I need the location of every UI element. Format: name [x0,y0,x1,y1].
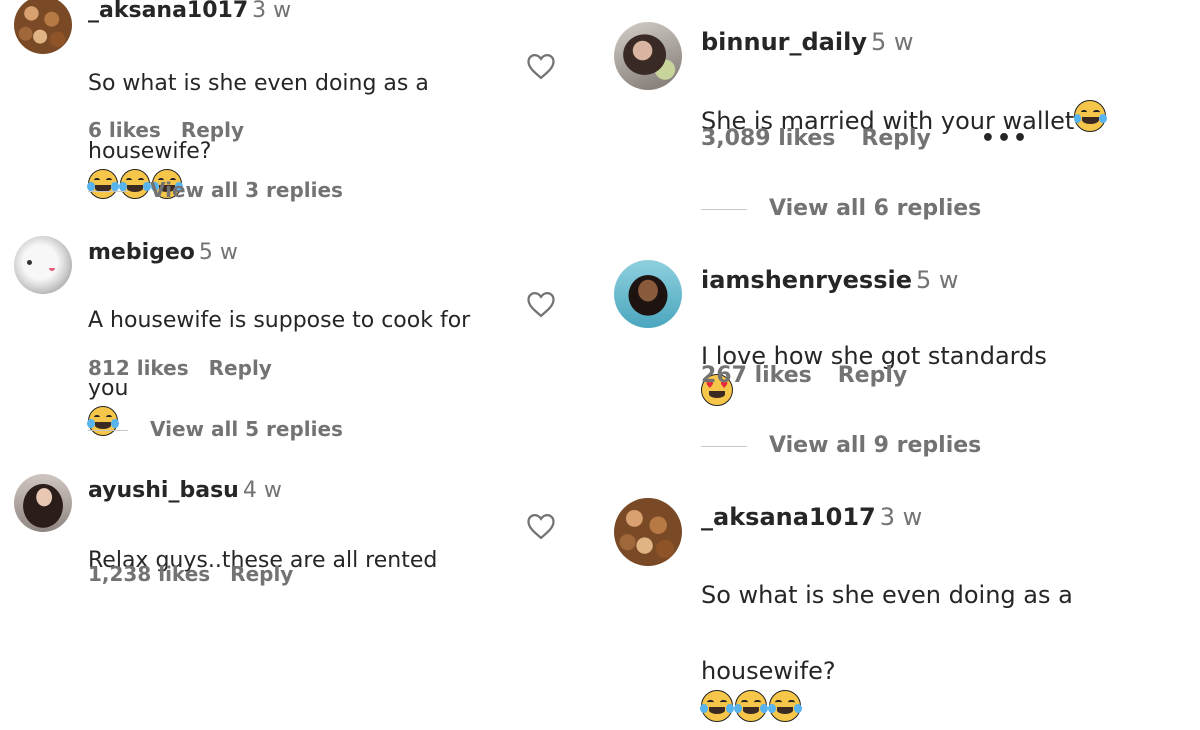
comment-text-line: housewife? [701,657,836,685]
likes-count[interactable]: 3,089 likes [701,126,835,151]
comment-actions: 812 likes Reply [88,356,272,380]
reply-button[interactable]: Reply [181,118,244,142]
username-link[interactable]: mebigeo [88,240,195,265]
view-replies-button[interactable]: View all 3 replies [88,178,343,202]
comment-actions: 3,089 likes Reply ••• [701,126,1029,151]
comment-actions: 267 likes Reply [701,363,907,388]
comment-actions: 6 likes Reply [88,118,244,142]
comment-header: _aksana1017 3 w [701,503,922,531]
divider [701,208,747,210]
timestamp[interactable]: 3 w [880,503,923,531]
timestamp[interactable]: 4 w [243,478,282,503]
selfie-avatar-icon[interactable] [614,22,682,90]
timestamp[interactable]: 5 w [871,28,914,56]
reply-button[interactable]: Reply [209,356,272,380]
comment-text-line: A housewife is suppose to cook for [88,308,471,333]
view-replies-button[interactable]: View all 6 replies [701,196,981,221]
view-replies-button[interactable]: View all 5 replies [88,417,343,441]
divider [88,191,128,192]
comment-actions: 1,238 likes Reply [88,562,293,586]
comment-header: mebigeo 5 w [88,240,238,265]
timestamp[interactable]: 5 w [199,240,238,265]
comment-header: binnur_daily 5 w [701,28,914,56]
reply-button[interactable]: Reply [861,126,931,151]
divider [701,445,747,447]
username-link[interactable]: _aksana1017 [88,0,248,23]
food-avatar-icon[interactable] [14,0,72,54]
timestamp[interactable]: 5 w [916,266,959,294]
comment-text-line: housewife? [88,139,212,164]
reply-button[interactable]: Reply [838,363,908,388]
girl-avatar-icon[interactable] [14,474,72,532]
likes-count[interactable]: 267 likes [701,363,812,388]
view-replies-label: View all 6 replies [769,196,982,221]
divider [88,430,128,431]
view-replies-label: View all 5 replies [150,417,343,441]
reply-button[interactable]: Reply [230,562,293,586]
comment-header: _aksana1017 3 w [88,0,291,23]
view-replies-label: View all 3 replies [150,178,343,202]
comment-text: So what is she even doing as a housewife… [700,538,1073,730]
food-avatar-icon[interactable] [614,498,682,566]
comment-text-line: So what is she even doing as a [88,71,429,96]
face-with-tears-of-joy-emoji [1073,100,1108,132]
face-with-tears-of-joy-emoji [768,690,802,722]
likes-count[interactable]: 1,238 likes [88,562,210,586]
heart-outline-icon[interactable] [526,290,556,318]
comment-text-line: So what is she even doing as a [701,581,1073,609]
comment-header: ayushi_basu 4 w [88,478,282,503]
more-options-icon[interactable]: ••• [981,126,1029,151]
ghost-avatar-icon[interactable] [14,236,72,294]
view-replies-button[interactable]: View all 9 replies [701,433,981,458]
heart-outline-icon[interactable] [526,52,556,80]
timestamp[interactable]: 3 w [252,0,291,23]
heart-outline-icon[interactable] [526,512,556,540]
username-link[interactable]: iamshenryessie [701,266,912,294]
face-with-tears-of-joy-emoji [734,690,768,722]
username-link[interactable]: _aksana1017 [701,503,876,531]
likes-count[interactable]: 6 likes [88,118,161,142]
comment-text: I love how she got standards ♥ ♥ [701,302,1047,413]
likes-count[interactable]: 812 likes [88,356,189,380]
face-with-tears-of-joy-emoji [700,690,734,722]
view-replies-label: View all 9 replies [769,433,982,458]
comment-header: iamshenryessie 5 w [701,266,959,294]
woman-avatar-icon[interactable] [614,260,682,328]
username-link[interactable]: ayushi_basu [88,478,239,503]
username-link[interactable]: binnur_daily [701,28,867,56]
